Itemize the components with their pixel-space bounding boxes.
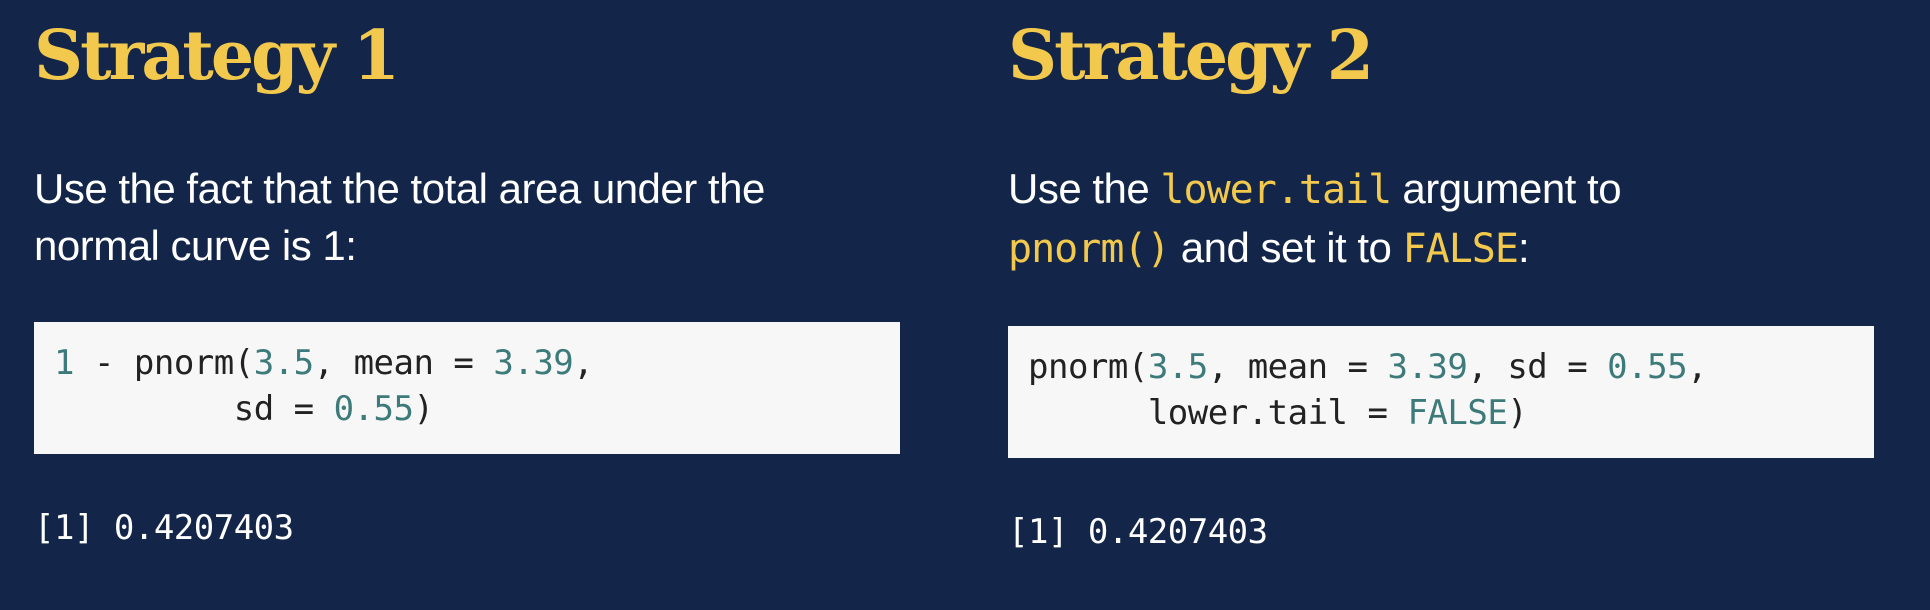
- strategy-1-code-block: 1 - pnorm(3.5, mean = 3.39, sd = 0.55): [34, 322, 900, 454]
- code-number: 0.55: [333, 389, 414, 429]
- strategy-2-description: Use the lower.tail argument to pnorm() an…: [1008, 160, 1888, 278]
- prose-text: :: [1517, 224, 1530, 271]
- inline-code-lower-tail: lower.tail: [1160, 167, 1392, 213]
- strategy-1-column: Strategy 1 Use the fact that the total a…: [34, 0, 900, 610]
- code-text: ): [1507, 393, 1528, 433]
- prose-text: Use the: [1008, 165, 1161, 212]
- code-text: ,: [1687, 347, 1708, 387]
- code-constant: FALSE: [1407, 393, 1508, 433]
- inline-code-pnorm: pnorm(): [1008, 226, 1171, 272]
- code-text: ): [413, 389, 434, 429]
- strategy-1-output: [1] 0.4207403: [34, 508, 294, 548]
- code-line-2: lower.tail = FALSE): [1028, 393, 1528, 433]
- code-text: , sd =: [1467, 347, 1608, 387]
- code-text: , mean =: [313, 343, 494, 383]
- prose-text: argument to: [1391, 165, 1622, 212]
- code-text: lower.tail =: [1028, 393, 1408, 433]
- code-number: 3.39: [1387, 347, 1468, 387]
- code-number: 3.5: [1147, 347, 1208, 387]
- code-number: 0.55: [1607, 347, 1688, 387]
- strategy-1-description-line-1: Use the fact that the total area under t…: [34, 165, 765, 212]
- strategy-2-column: Strategy 2 Use the lower.tail argument t…: [1008, 0, 1874, 610]
- prose-text: and set it to: [1169, 224, 1403, 271]
- code-text: , mean =: [1207, 347, 1388, 387]
- strategy-1-description: Use the fact that the total area under t…: [34, 160, 914, 274]
- strategy-2-title: Strategy 2: [1008, 16, 1374, 96]
- code-text: - pnorm(: [73, 343, 254, 383]
- strategy-2-code-block: pnorm(3.5, mean = 3.39, sd = 0.55, lower…: [1008, 326, 1874, 458]
- code-number: 3.39: [493, 343, 574, 383]
- strategy-1-description-line-2: normal curve is 1:: [34, 222, 357, 269]
- strategy-1-title: Strategy 1: [34, 16, 400, 96]
- code-number: 3.5: [253, 343, 314, 383]
- code-text: sd =: [54, 389, 334, 429]
- inline-code-false: FALSE: [1402, 226, 1519, 272]
- code-text: pnorm(: [1028, 347, 1148, 387]
- code-text: ,: [573, 343, 594, 383]
- code-number: 1: [54, 343, 74, 383]
- strategy-2-output: [1] 0.4207403: [1008, 512, 1268, 552]
- code-line-1: pnorm(3.5, mean = 3.39, sd = 0.55,: [1028, 347, 1708, 387]
- code-line-2: sd = 0.55): [54, 389, 434, 429]
- code-line-1: 1 - pnorm(3.5, mean = 3.39,: [54, 343, 594, 383]
